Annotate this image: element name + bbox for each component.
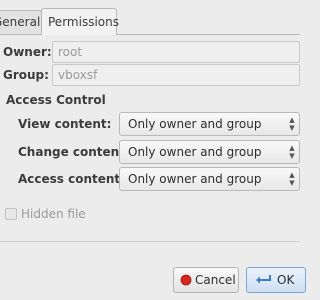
access-content-row: Access content: Only owner and group ▲ ▼ (0, 167, 300, 191)
updown-arrows-icon: ▲ ▼ (289, 171, 295, 187)
access-control-title: Access Control (6, 93, 106, 107)
view-content-select[interactable]: Only owner and group ▲ ▼ (119, 112, 300, 136)
cancel-label: Cancel (195, 273, 236, 287)
change-content-select[interactable]: Only owner and group ▲ ▼ (119, 140, 300, 164)
cancel-icon (180, 274, 192, 286)
view-content-row: View content: Only owner and group ▲ ▼ (0, 112, 300, 136)
updown-arrows-icon: ▲ ▼ (289, 116, 295, 132)
change-content-value: Only owner and group (128, 145, 262, 159)
cancel-button[interactable]: Cancel (173, 267, 239, 293)
view-content-label: View content: (18, 117, 112, 131)
access-content-select[interactable]: Only owner and group ▲ ▼ (119, 167, 300, 191)
ok-button[interactable]: OK (246, 267, 306, 293)
change-content-label: Change content: (18, 145, 130, 159)
tab-general[interactable]: General (0, 10, 42, 34)
view-content-value: Only owner and group (128, 117, 262, 131)
tab-permissions[interactable]: Permissions (41, 8, 119, 35)
group-label: Group: (3, 68, 49, 82)
ok-label: OK (277, 273, 295, 287)
owner-row: Owner: root (0, 41, 300, 63)
hidden-file-label: Hidden file (21, 207, 86, 221)
return-arrow-icon (256, 275, 271, 284)
access-content-label: Access content: (18, 172, 125, 186)
dialog-separator (0, 241, 300, 242)
group-row: Group: vboxsf (0, 64, 300, 86)
updown-arrows-icon: ▲ ▼ (289, 144, 295, 160)
hidden-file-checkbox[interactable] (5, 208, 17, 220)
change-content-row: Change content: Only owner and group ▲ ▼ (0, 140, 300, 164)
owner-label: Owner: (3, 45, 52, 59)
group-field: vboxsf (52, 64, 300, 86)
tab-bar: General Permissions (0, 0, 300, 35)
owner-field: root (52, 41, 300, 63)
access-content-value: Only owner and group (128, 172, 262, 186)
